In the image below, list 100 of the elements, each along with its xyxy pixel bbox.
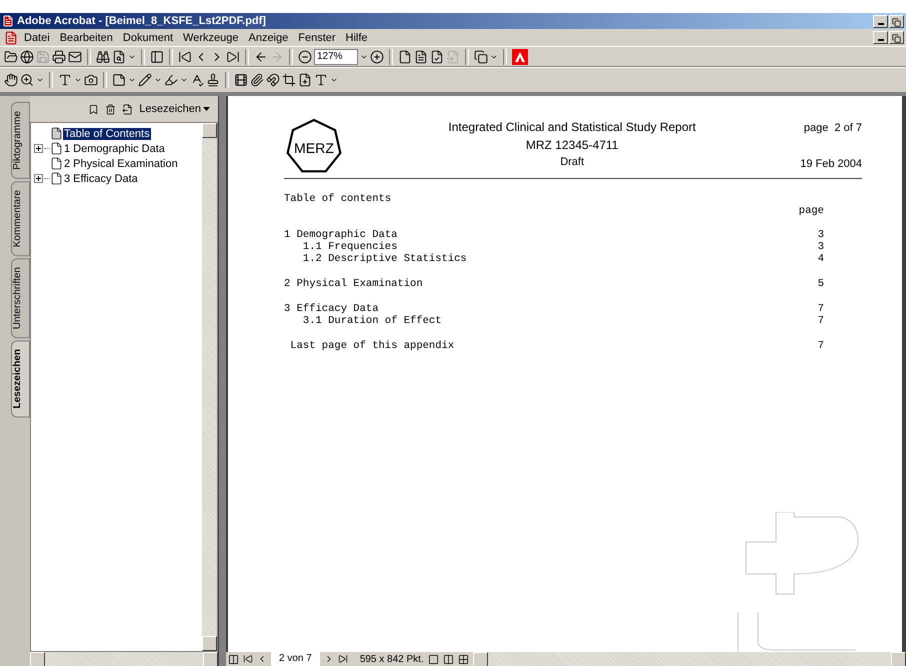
first-page-icon[interactable] <box>243 654 253 664</box>
logo-icon[interactable] <box>512 48 528 64</box>
restore-button[interactable] <box>889 31 904 44</box>
first-page-icon[interactable] <box>178 50 192 64</box>
scroll-left-button[interactable] <box>30 652 45 666</box>
paperclip-icon[interactable] <box>250 73 264 87</box>
page-icon[interactable] <box>398 50 412 64</box>
mail-icon[interactable] <box>68 50 82 64</box>
page-column-heading: page <box>798 205 824 217</box>
menu-item[interactable]: Datei <box>20 32 54 44</box>
scroll-up-button[interactable] <box>202 123 217 138</box>
single-page-icon[interactable] <box>428 654 439 664</box>
caret-icon[interactable] <box>330 76 338 84</box>
menu-item[interactable]: Bearbeiten <box>56 32 117 44</box>
bookmark-item[interactable]: 2 Physical Examination <box>63 158 179 170</box>
scroll-right-button[interactable] <box>891 652 906 666</box>
page-info: page 2 of 7 <box>804 122 862 134</box>
last-page-icon[interactable] <box>226 50 240 64</box>
study-number: MRZ 12345-4711 <box>526 138 618 152</box>
highlighter-icon[interactable] <box>164 73 178 87</box>
bookmarks-menu[interactable]: Lesezeichen <box>139 103 210 115</box>
menu-item[interactable]: Hilfe <box>342 32 372 44</box>
toc-page-number: 3 <box>818 241 824 253</box>
menu-item[interactable]: Fenster <box>294 32 340 44</box>
caret-icon[interactable] <box>128 76 136 84</box>
page-icon <box>50 157 63 170</box>
stamp-icon[interactable] <box>206 73 220 87</box>
crop-icon[interactable] <box>282 73 296 87</box>
bookmark-item[interactable]: 1 Demographic Data <box>63 142 166 154</box>
new-bookmark-icon[interactable] <box>88 104 100 114</box>
binoculars-icon[interactable] <box>96 50 110 64</box>
panel-icon[interactable] <box>150 50 164 64</box>
caret-icon[interactable] <box>154 76 162 84</box>
back-icon[interactable] <box>254 50 268 64</box>
caret-icon[interactable] <box>203 107 210 111</box>
open-icon[interactable] <box>4 50 18 64</box>
side-tab[interactable]: Unterschriften <box>11 258 30 338</box>
toc-page-number: 5 <box>818 278 824 290</box>
pencil-icon[interactable] <box>138 73 152 87</box>
film-icon[interactable] <box>234 73 248 87</box>
document-icon <box>4 30 18 44</box>
scrollbar[interactable] <box>472 652 906 666</box>
menu-item[interactable]: Anzeige <box>244 32 292 44</box>
zoom-out-icon[interactable] <box>298 50 312 64</box>
globe-icon[interactable] <box>20 50 34 64</box>
text-select-icon[interactable] <box>58 73 72 87</box>
delete-icon[interactable] <box>105 104 116 114</box>
page-size: 595 x 842 Pkt. <box>360 654 424 664</box>
bookmark-item[interactable]: 3 Efficacy Data <box>63 172 139 184</box>
facing-icon[interactable] <box>458 654 469 664</box>
caret-icon[interactable] <box>36 76 44 84</box>
expand-toggle[interactable] <box>34 174 43 183</box>
document-icon <box>2 15 14 27</box>
form-icon[interactable] <box>298 73 312 87</box>
page-icon <box>50 172 63 185</box>
toc-entry[interactable]: 2 Physical Examination <box>284 278 423 290</box>
zoom-field[interactable]: 127% <box>314 48 358 64</box>
page-icon[interactable] <box>430 50 444 64</box>
scroll-right-button[interactable] <box>203 652 218 666</box>
scrollbar[interactable] <box>30 652 218 666</box>
page-icon[interactable] <box>414 50 428 64</box>
side-tab[interactable]: Kommentare <box>11 180 30 256</box>
hand-icon[interactable] <box>4 73 18 87</box>
menu-item[interactable]: Dokument <box>118 32 178 44</box>
side-tab[interactable]: Lesezeichen <box>11 340 30 418</box>
side-tab[interactable]: Piktogramme <box>11 102 30 179</box>
split-icon[interactable] <box>228 654 239 664</box>
continuous-icon[interactable] <box>442 654 454 664</box>
toc-page-number: 7 <box>818 340 824 352</box>
scrollbar[interactable] <box>202 123 217 651</box>
expand-toggle[interactable] <box>34 144 43 153</box>
print-icon[interactable] <box>52 50 66 64</box>
page-icon <box>50 127 63 140</box>
toc-entry[interactable]: Last page of this appendix <box>290 340 454 352</box>
toc-entry[interactable]: 1 Demographic Data <box>284 229 398 241</box>
toc-page-number: 3 <box>818 229 824 241</box>
minimize-button[interactable] <box>873 31 888 44</box>
scroll-left-button[interactable] <box>472 652 488 666</box>
scroll-down-button[interactable] <box>202 636 217 651</box>
toc-entry[interactable]: 3.1 Duration of Effect <box>302 315 442 327</box>
caret-icon[interactable] <box>74 76 82 84</box>
text-icon[interactable] <box>314 73 328 87</box>
bookmark-item[interactable]: Table of Contents <box>63 128 151 140</box>
spellcheck-icon[interactable] <box>190 73 204 87</box>
zoom-in-icon[interactable] <box>370 50 384 64</box>
last-page-icon[interactable] <box>338 654 348 664</box>
page-number-field[interactable]: 2 von 7 <box>271 652 320 666</box>
caret-icon[interactable] <box>180 76 188 84</box>
zoom-icon[interactable] <box>20 73 34 87</box>
restore-button[interactable] <box>889 14 904 28</box>
magnet-icon[interactable] <box>266 73 280 87</box>
toc-entry[interactable]: 1.1 Frequencies <box>302 241 398 253</box>
search-icon[interactable] <box>112 50 126 64</box>
snapshot-icon[interactable] <box>84 73 98 87</box>
menu-item[interactable]: Werkzeuge <box>179 32 242 44</box>
note-icon[interactable] <box>112 73 126 87</box>
toc-entry[interactable]: 1.2 Descriptive Statistics <box>302 253 467 265</box>
toc-page-number: 7 <box>818 303 824 315</box>
toc-entry[interactable]: 3 Efficacy Data <box>284 303 379 315</box>
minimize-button[interactable] <box>873 14 888 28</box>
